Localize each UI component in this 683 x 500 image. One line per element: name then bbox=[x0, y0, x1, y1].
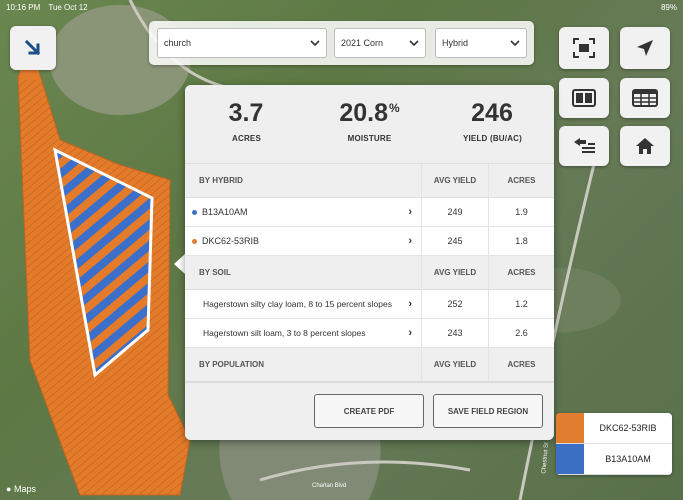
maps-attribution: ● Maps bbox=[6, 484, 36, 494]
acres-value: 1.9 bbox=[515, 207, 528, 217]
panel-pointer bbox=[174, 254, 185, 274]
stat-moisture: 20.8% MOISTURE bbox=[308, 85, 431, 163]
chevron-right-icon: › bbox=[408, 235, 412, 247]
soil-row[interactable]: Hagerstown silt loam, 3 to 8 percent slo… bbox=[185, 319, 554, 348]
column-header-avg-yield: AVG YIELD bbox=[422, 256, 489, 289]
layer-select-value: Hybrid bbox=[442, 38, 469, 48]
crop-select-value: 2021 Corn bbox=[341, 38, 384, 48]
avg-yield-value: 245 bbox=[422, 227, 489, 255]
column-header-acres: ACRES bbox=[507, 268, 536, 277]
layer-select[interactable]: Hybrid bbox=[435, 28, 527, 58]
status-time: 10:16 PM bbox=[6, 3, 41, 12]
acres-value: 1.8 bbox=[515, 236, 528, 246]
field-select[interactable]: church bbox=[157, 28, 327, 58]
stat-yield: 246 YIELD (BU/AC) bbox=[431, 85, 554, 163]
avg-yield-value: 252 bbox=[422, 290, 489, 318]
section-header-soil: BY SOIL AVG YIELD ACRES bbox=[185, 256, 554, 290]
stat-unit: % bbox=[389, 101, 400, 115]
column-header-acres: ACRES bbox=[507, 360, 536, 369]
stats-summary: 3.7 ACRES 20.8% MOISTURE 246 YIELD (BU/A… bbox=[185, 85, 554, 164]
column-header-acres: ACRES bbox=[507, 176, 536, 185]
chevron-right-icon: › bbox=[408, 298, 412, 310]
collapse-button[interactable] bbox=[10, 26, 56, 70]
back-list-button[interactable] bbox=[559, 126, 609, 166]
section-header-hybrid: BY HYBRID AVG YIELD ACRES bbox=[185, 164, 554, 198]
column-header-avg-yield: AVG YIELD bbox=[422, 164, 489, 197]
battery-level: 89% bbox=[660, 3, 677, 12]
stat-acres: 3.7 ACRES bbox=[185, 85, 308, 163]
stat-value: 246 bbox=[471, 99, 513, 127]
field-summary-panel: 3.7 ACRES 20.8% MOISTURE 246 YIELD (BU/A… bbox=[185, 85, 554, 440]
road-label: Charlan Blvd bbox=[312, 483, 347, 489]
back-list-icon bbox=[574, 138, 595, 153]
section-title: BY HYBRID bbox=[185, 164, 422, 197]
fullscreen-button[interactable] bbox=[559, 27, 609, 69]
status-bar: 10:16 PM Tue Oct 12 89% bbox=[0, 0, 683, 14]
apple-logo-icon: ● bbox=[6, 484, 12, 494]
panel-footer: CREATE PDF SAVE FIELD REGION bbox=[185, 382, 554, 440]
legend-item: DKC62-53RIB bbox=[556, 413, 672, 444]
split-view-button[interactable] bbox=[559, 78, 609, 118]
maps-attribution-text: Maps bbox=[13, 484, 36, 494]
column-header-avg-yield: AVG YIELD bbox=[422, 348, 489, 381]
split-view-icon bbox=[572, 89, 596, 107]
field-select-value: church bbox=[164, 38, 192, 48]
section-header-population: BY POPULATION AVG YIELD ACRES bbox=[185, 348, 554, 382]
chevron-right-icon: › bbox=[408, 206, 412, 218]
hybrid-name: B13A10AM bbox=[202, 207, 248, 217]
filter-bar: church 2021 Corn Hybrid bbox=[149, 21, 534, 65]
soil-name: Hagerstown silt loam, 3 to 8 percent slo… bbox=[203, 328, 366, 338]
stat-label: ACRES bbox=[231, 134, 261, 143]
hybrid-name: DKC62-53RIB bbox=[202, 236, 260, 246]
section-title: BY SOIL bbox=[185, 256, 422, 289]
hybrid-legend: DKC62-53RIB B13A10AM bbox=[556, 413, 672, 475]
home-button[interactable] bbox=[620, 126, 670, 166]
hybrid-color-dot bbox=[192, 238, 197, 244]
hybrid-color-dot bbox=[192, 209, 197, 215]
chevron-right-icon: › bbox=[408, 327, 412, 339]
save-field-region-button[interactable]: SAVE FIELD REGION bbox=[433, 394, 543, 428]
chevron-down-icon bbox=[409, 39, 419, 46]
hybrid-row[interactable]: DKC62-53RIB › 245 1.8 bbox=[185, 227, 554, 256]
stat-value: 20.8 bbox=[339, 99, 388, 127]
legend-swatch bbox=[556, 444, 584, 474]
table-icon bbox=[632, 89, 658, 107]
avg-yield-value: 249 bbox=[422, 198, 489, 226]
stat-label: MOISTURE bbox=[347, 134, 392, 143]
legend-swatch bbox=[556, 413, 584, 443]
arrow-down-right-icon bbox=[24, 39, 41, 56]
chevron-down-icon bbox=[310, 39, 320, 46]
status-date: Tue Oct 12 bbox=[48, 3, 88, 12]
acres-value: 2.6 bbox=[515, 328, 528, 338]
location-arrow-icon bbox=[637, 40, 653, 56]
stat-label: YIELD (BU/AC) bbox=[462, 134, 523, 143]
home-icon bbox=[636, 138, 654, 154]
legend-label: DKC62-53RIB bbox=[599, 423, 657, 433]
stat-value: 3.7 bbox=[228, 99, 264, 127]
avg-yield-value: 243 bbox=[422, 319, 489, 347]
table-view-button[interactable] bbox=[620, 78, 670, 118]
soil-name: Hagerstown silty clay loam, 8 to 15 perc… bbox=[203, 299, 392, 309]
soil-row[interactable]: Hagerstown silty clay loam, 8 to 15 perc… bbox=[185, 290, 554, 319]
crop-select[interactable]: 2021 Corn bbox=[334, 28, 426, 58]
create-pdf-button[interactable]: CREATE PDF bbox=[314, 394, 424, 428]
chevron-down-icon bbox=[510, 39, 520, 46]
fullscreen-icon bbox=[573, 38, 595, 58]
locate-button[interactable] bbox=[620, 27, 670, 69]
hybrid-row[interactable]: B13A10AM › 249 1.9 bbox=[185, 198, 554, 227]
acres-value: 1.2 bbox=[515, 299, 528, 309]
legend-label: B13A10AM bbox=[605, 454, 651, 464]
legend-item: B13A10AM bbox=[556, 444, 672, 475]
section-title: BY POPULATION bbox=[185, 348, 422, 381]
